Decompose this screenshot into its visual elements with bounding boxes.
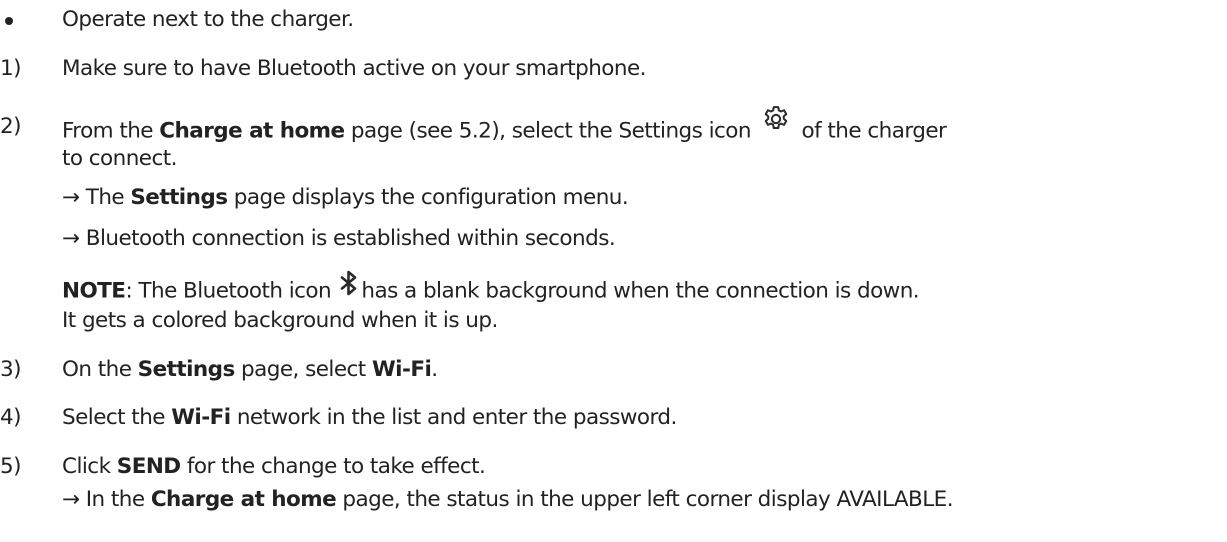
note-label: NOTE — [62, 278, 126, 304]
step-number: 1) — [0, 56, 22, 81]
step-number: 3) — [0, 357, 22, 382]
step-text: Click SEND for the change to take effect… — [62, 454, 486, 479]
settings-gear-icon — [761, 104, 791, 143]
step-text: Select the Wi-Fi network in the list and… — [62, 405, 677, 430]
step-number: 4) — [0, 405, 22, 430]
step-text: Make sure to have Bluetooth active on yo… — [62, 56, 646, 81]
step-text: From the Charge at home page (see 5.2), … — [62, 106, 947, 151]
bullet-dot — [5, 17, 13, 25]
bluetooth-icon — [339, 270, 359, 305]
bullet-text: Operate next to the charger. — [62, 7, 354, 32]
step-number: 5) — [0, 454, 22, 479]
step-number: 2) — [0, 114, 22, 139]
charge-at-home-page-name: Charge at home — [159, 118, 345, 144]
step-text: On the Settings page, select Wi-Fi. — [62, 357, 438, 382]
